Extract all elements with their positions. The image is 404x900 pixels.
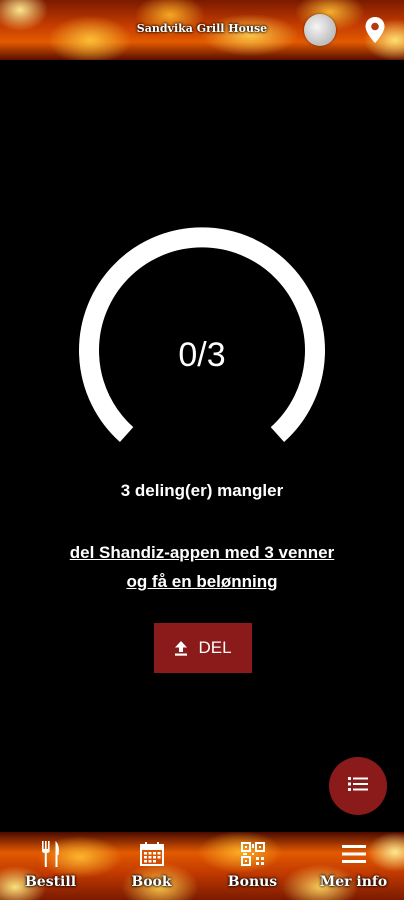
nav-label-bestill: Bestill — [24, 874, 77, 890]
qr-code-icon — [239, 840, 267, 868]
progress-count: 0/3 — [178, 336, 226, 374]
nav-item-mer-info[interactable]: Mer info — [303, 832, 404, 900]
upload-icon — [174, 640, 188, 656]
nav-label-mer-info: Mer info — [319, 874, 388, 890]
bottom-navigation: Bestill Book Bonus Mer info — [0, 832, 404, 900]
app-root: Sandvika Grill House 0/3 3 deling(er) ma… — [0, 0, 404, 900]
nav-item-book[interactable]: Book — [101, 832, 202, 900]
nav-label-bonus: Bonus — [227, 874, 278, 890]
menu-icon — [340, 840, 368, 868]
list-fab-button[interactable] — [329, 757, 387, 815]
nav-label-book: Book — [131, 874, 172, 890]
shares-remaining-text: 3 deling(er) mangler — [120, 481, 284, 500]
share-button-label: DEL — [198, 638, 232, 657]
restaurant-title: Sandvika Grill House — [136, 22, 268, 35]
share-app-link[interactable]: del Shandiz-appen med 3 venner og få en … — [60, 538, 344, 596]
nav-item-bestill[interactable]: Bestill — [0, 832, 101, 900]
list-icon — [348, 776, 368, 797]
share-button[interactable]: DEL — [154, 623, 252, 673]
location-pin-icon[interactable] — [364, 16, 386, 44]
fork-knife-icon — [37, 840, 65, 868]
nav-item-bonus[interactable]: Bonus — [202, 832, 303, 900]
calendar-icon — [138, 840, 166, 868]
app-header: Sandvika Grill House — [0, 0, 404, 60]
profile-avatar-icon[interactable] — [304, 14, 336, 46]
